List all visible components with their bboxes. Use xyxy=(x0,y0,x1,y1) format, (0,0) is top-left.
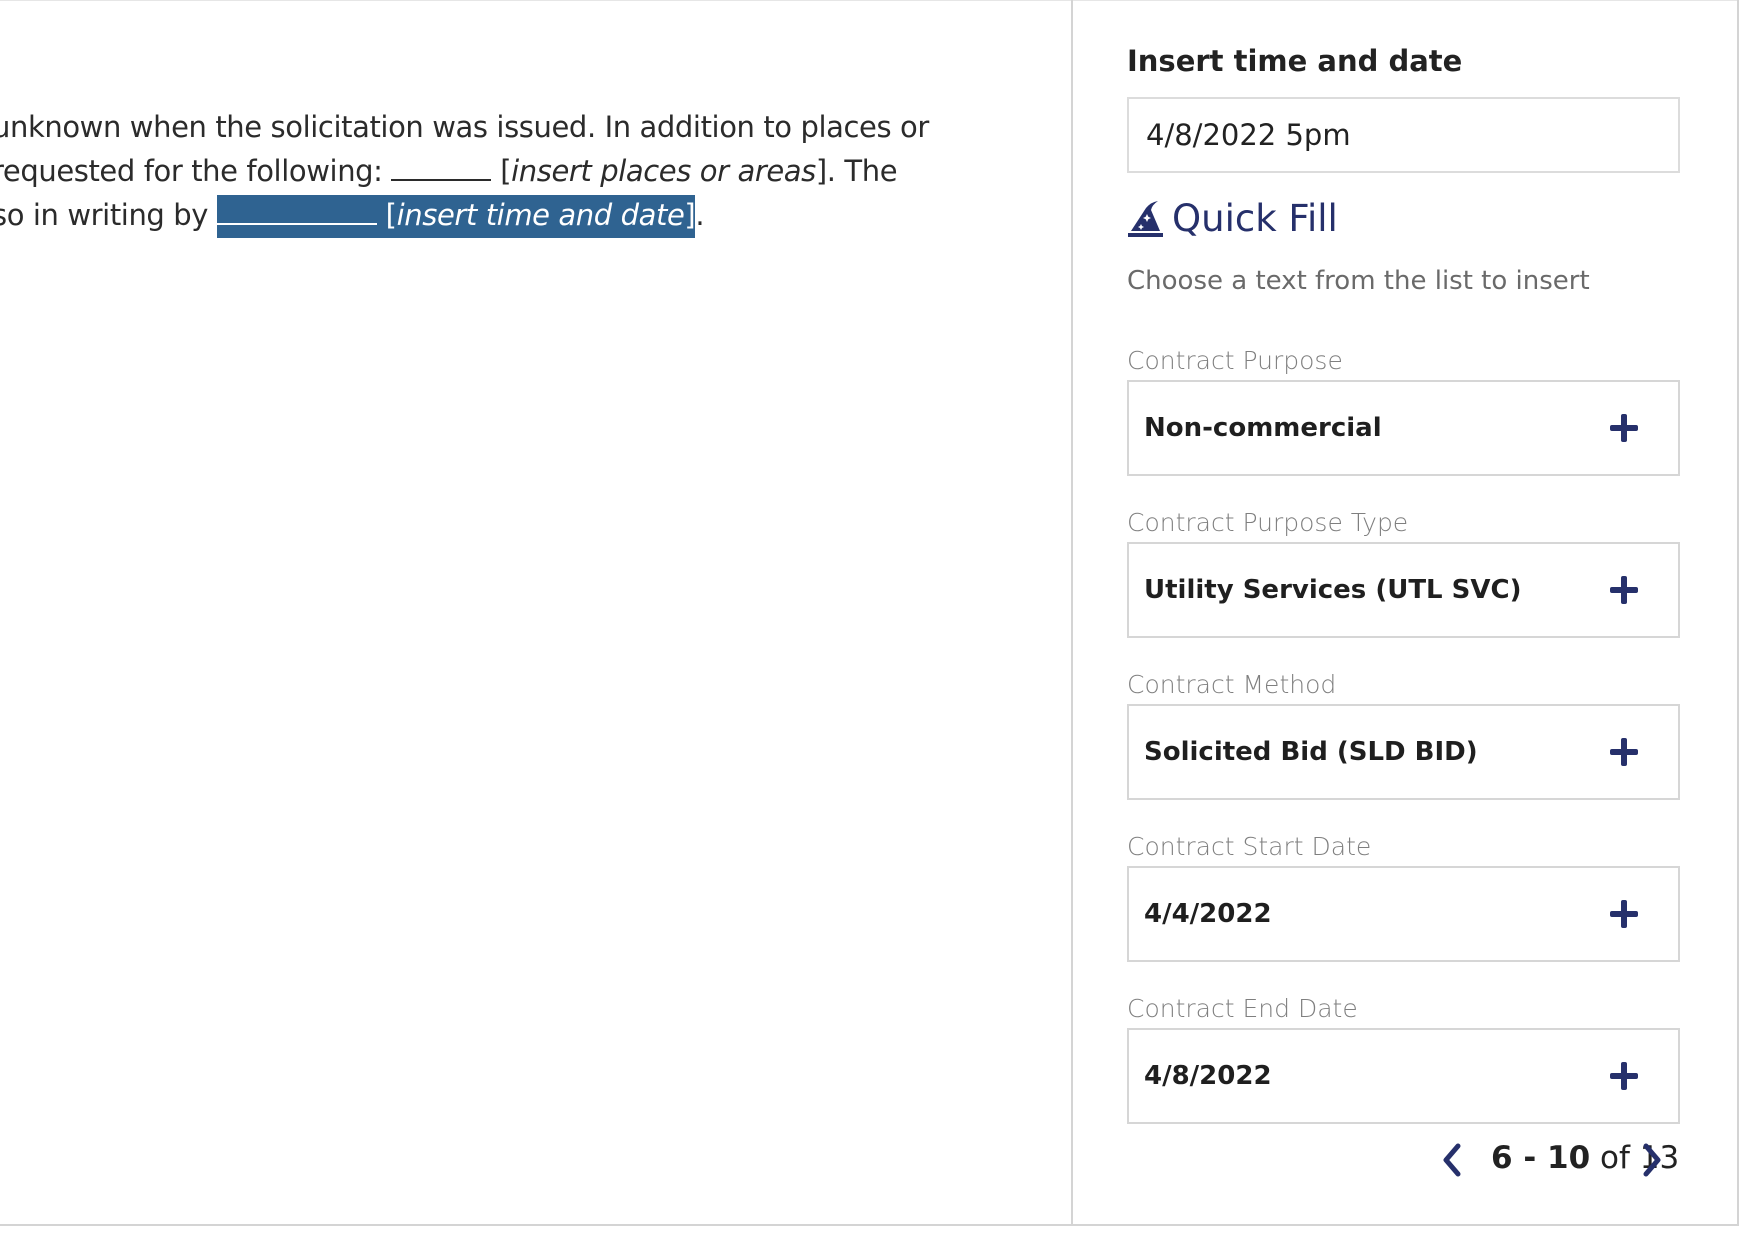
frame-top-border xyxy=(0,0,1738,1)
field-value: 4/8/2022 xyxy=(1144,1061,1272,1091)
field-label-contract-purpose: Contract Purpose xyxy=(1127,346,1343,375)
document-text: . The xyxy=(826,154,898,188)
document-line: so in writing by [insert time and date]. xyxy=(0,195,705,238)
chevron-left-icon[interactable] xyxy=(1440,1142,1464,1178)
chevron-right-icon[interactable] xyxy=(1640,1142,1664,1178)
wizard-hat-icon xyxy=(1128,200,1163,237)
document-text: requested for the following: xyxy=(0,154,392,188)
quick-fill-item-contract-method[interactable]: Solicited Bid (SLD BID) xyxy=(1127,704,1680,800)
field-label-contract-end-date: Contract End Date xyxy=(1127,994,1358,1023)
plus-icon[interactable] xyxy=(1608,736,1640,768)
plus-icon[interactable] xyxy=(1608,412,1640,444)
panel-divider xyxy=(1071,0,1073,1226)
pagination-of: of xyxy=(1600,1140,1630,1176)
document-line: requested for the following: [insert pla… xyxy=(0,154,898,188)
quick-fill-item-contract-start-date[interactable]: 4/4/2022 xyxy=(1127,866,1680,962)
plus-icon[interactable] xyxy=(1608,898,1640,930)
frame-bottom-border xyxy=(0,1224,1739,1226)
quick-fill-label: Quick Fill xyxy=(1172,197,1338,240)
selected-placeholder-time-date[interactable]: [insert time and date] xyxy=(216,195,696,238)
fill-in-blank[interactable] xyxy=(391,157,492,181)
fill-in-blank xyxy=(216,201,377,225)
document-text: so in writing by xyxy=(0,198,217,232)
pagination-range: 6 - 10 xyxy=(1491,1140,1591,1176)
quick-fill-header: Quick Fill xyxy=(1127,197,1338,240)
placeholder-time-date: insert time and date xyxy=(396,198,685,232)
frame-right-border xyxy=(1737,0,1739,1226)
quick-fill-item-contract-purpose-type[interactable]: Utility Services (UTL SVC) xyxy=(1127,542,1680,638)
quick-fill-item-contract-end-date[interactable]: 4/8/2022 xyxy=(1127,1028,1680,1124)
quick-fill-item-contract-purpose[interactable]: Non-commercial xyxy=(1127,380,1680,476)
time-date-input[interactable] xyxy=(1127,97,1680,173)
field-label-contract-method: Contract Method xyxy=(1127,670,1337,699)
field-label-contract-start-date: Contract Start Date xyxy=(1127,832,1372,861)
field-value: Solicited Bid (SLD BID) xyxy=(1144,737,1478,767)
plus-icon[interactable] xyxy=(1608,574,1640,606)
document-text: . xyxy=(695,198,705,232)
field-value: Utility Services (UTL SVC) xyxy=(1144,575,1522,605)
field-value: Non-commercial xyxy=(1144,413,1382,443)
placeholder-places[interactable]: insert places or areas xyxy=(511,154,816,188)
pagination: 6 - 10 of 13 xyxy=(1127,1136,1680,1184)
quick-fill-hint: Choose a text from the list to insert xyxy=(1127,266,1590,296)
document-text: unknown when the solicitation was issued… xyxy=(0,110,929,144)
field-value: 4/4/2022 xyxy=(1144,899,1272,929)
field-label-contract-purpose-type: Contract Purpose Type xyxy=(1127,508,1409,537)
document-line: unknown when the solicitation was issued… xyxy=(0,110,929,144)
plus-icon[interactable] xyxy=(1608,1060,1640,1092)
panel-title: Insert time and date xyxy=(1127,44,1463,78)
